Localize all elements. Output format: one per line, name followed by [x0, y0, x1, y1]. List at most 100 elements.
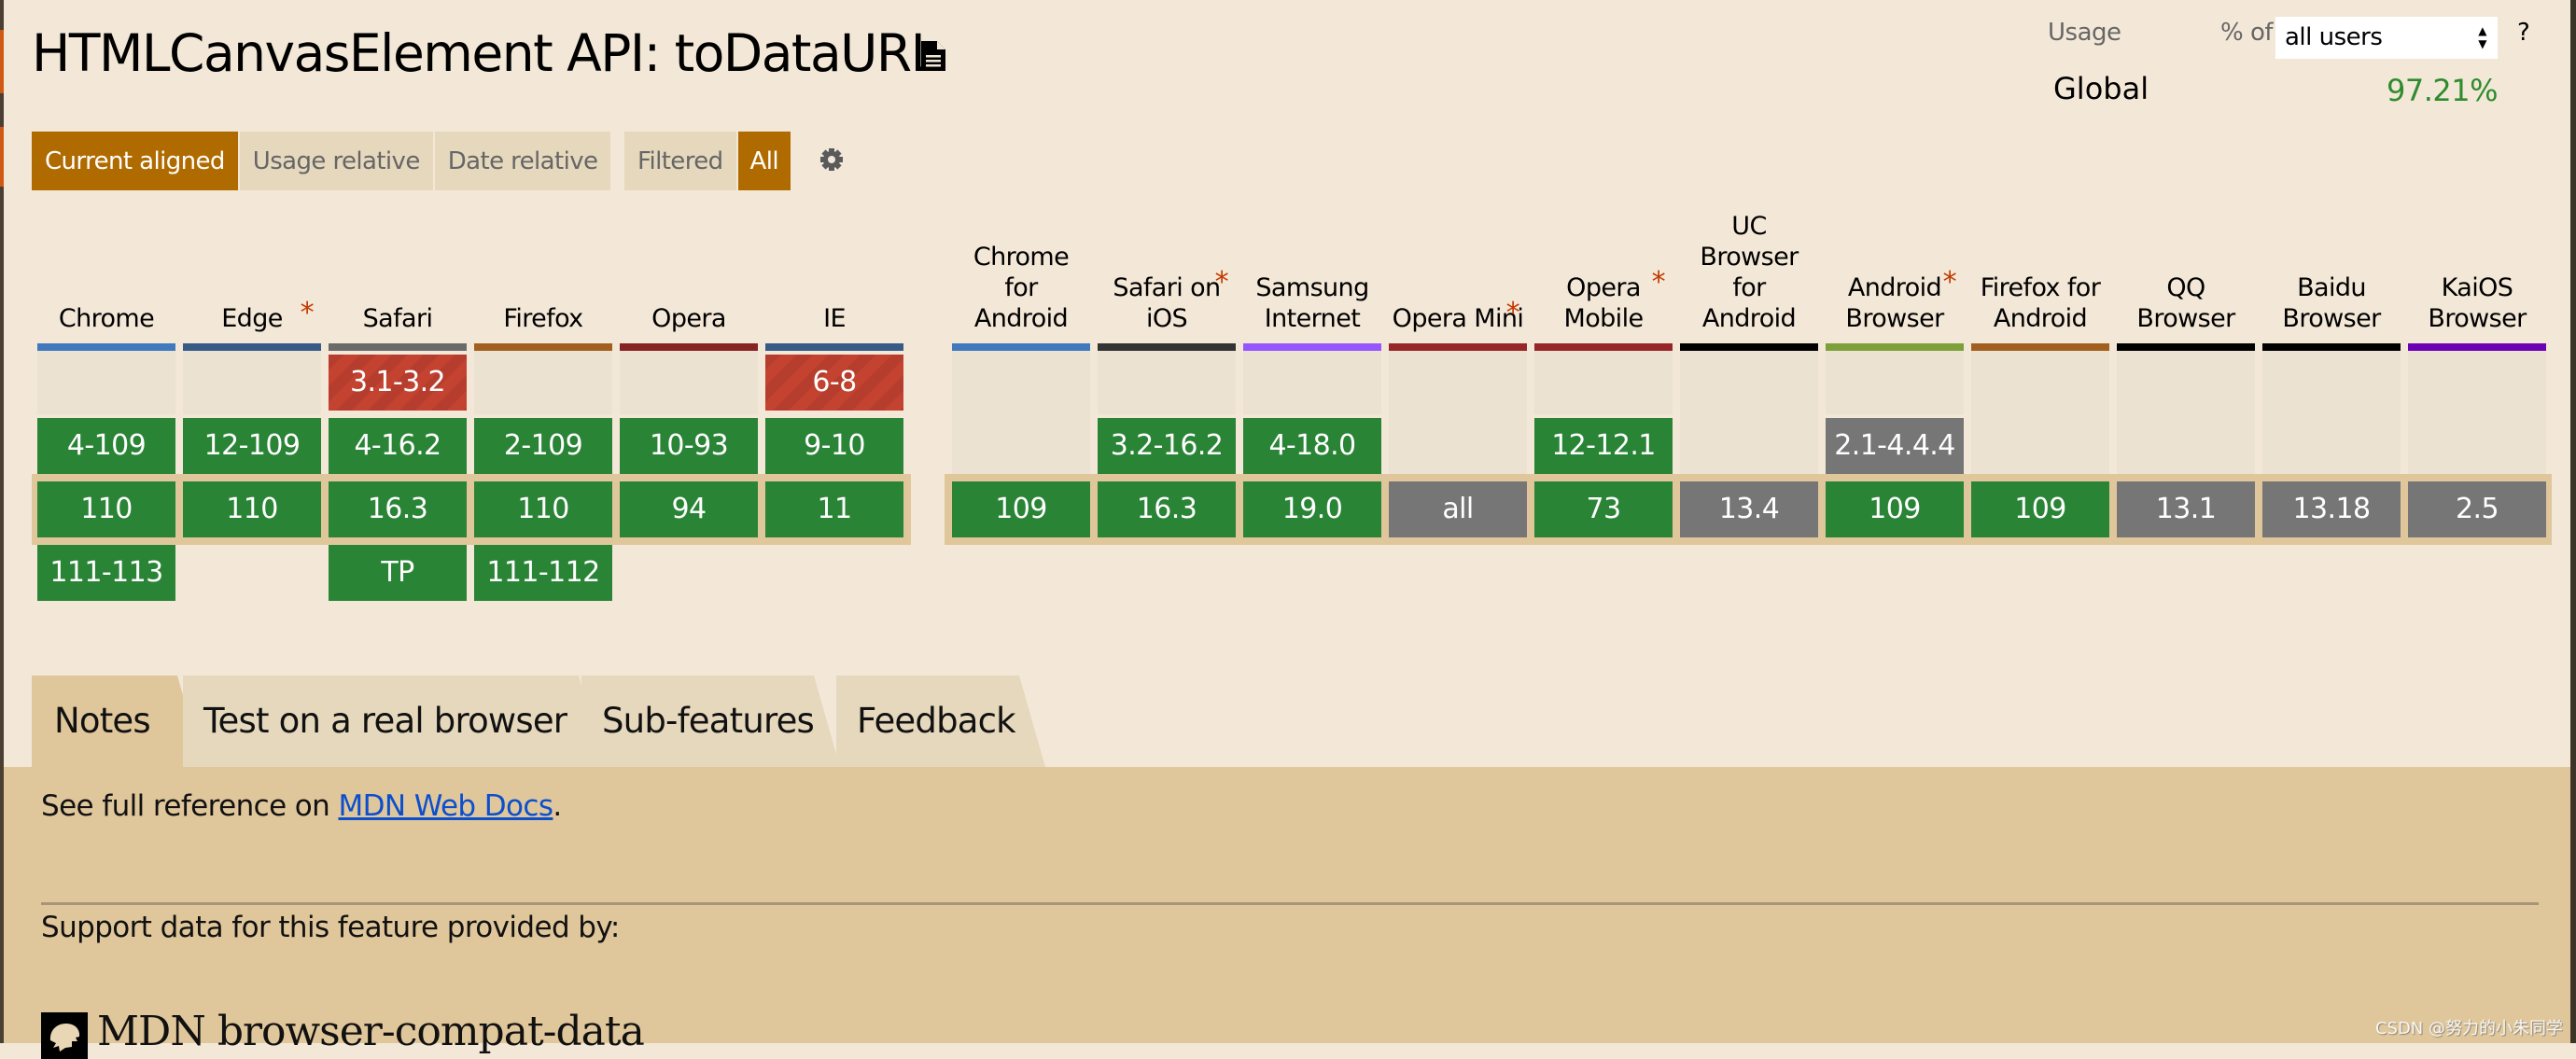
browser-color-bar [1971, 343, 2109, 351]
right-edge [2570, 0, 2576, 1043]
browser-name-line: UC [1731, 212, 1767, 241]
support-data-label: Support data for this feature provided b… [41, 911, 620, 944]
tab-label: Test on a real browser [203, 701, 567, 741]
version-cell[interactable]: 4-18.0 [1243, 418, 1381, 474]
version-cell[interactable]: 13.4 [1680, 481, 1818, 537]
browser-name-line: QQ [2166, 273, 2205, 302]
note-asterisk-icon[interactable]: * [301, 298, 315, 328]
version-cell[interactable]: 13.18 [2262, 481, 2401, 537]
note-asterisk-icon[interactable]: * [1506, 298, 1520, 328]
browser-name-line: Android [1993, 304, 2088, 333]
browser-color-bar [2408, 343, 2546, 351]
usage-scope-value: all users [2285, 23, 2383, 51]
browser-name-line: Opera [651, 304, 726, 333]
version-cell[interactable]: 109 [1826, 481, 1964, 537]
browser-name-line: Safari [362, 304, 433, 333]
version-cell[interactable]: 2.1-4.4.4 [1826, 418, 1964, 474]
browser-name-line: Chrome [973, 243, 1070, 272]
browser-name-line: Mobile [1563, 304, 1645, 333]
mdn-logo-icon[interactable] [41, 1012, 88, 1059]
browser-name-line: for [1732, 273, 1766, 302]
select-arrows-icon: ▲ ▼ [2478, 24, 2486, 50]
filtered-button[interactable]: Filtered [624, 132, 736, 190]
version-cell[interactable]: 9-10 [765, 418, 903, 474]
empty-cell [183, 351, 321, 414]
note-asterisk-icon[interactable]: * [1215, 267, 1229, 298]
tab-test-on-a-real-browser[interactable]: Test on a real browser [183, 676, 605, 767]
tab-sub-features[interactable]: Sub-features [581, 676, 840, 767]
mdn-web-docs-link[interactable]: MDN Web Docs [338, 789, 553, 823]
browser-name-line: IE [823, 304, 846, 333]
current-aligned-button[interactable]: Current aligned [32, 132, 238, 190]
browser-color-bar [2262, 343, 2401, 351]
date-relative-button[interactable]: Date relative [434, 132, 611, 190]
version-cell[interactable]: 94 [620, 481, 758, 537]
version-cell[interactable]: 73 [1534, 481, 1673, 537]
all-button[interactable]: All [737, 132, 791, 190]
watermark: CSDN @努力的小朱同学 [2374, 1019, 2563, 1038]
version-cell[interactable]: 3.1-3.2 [329, 355, 467, 411]
usage-scope-select[interactable]: all users ▲ ▼ [2275, 17, 2498, 59]
version-cell[interactable]: 4-16.2 [329, 418, 467, 474]
browser-name-line: Browser [2428, 304, 2527, 333]
help-button[interactable]: ? [2517, 19, 2530, 47]
version-cell[interactable]: all [1389, 481, 1527, 537]
version-cell[interactable]: 110 [37, 481, 175, 537]
browser-color-bar [183, 343, 321, 351]
empty-cell [474, 351, 612, 414]
empty-cell [1534, 351, 1673, 414]
browser-color-bar [474, 343, 612, 351]
version-cell[interactable]: 12-12.1 [1534, 418, 1673, 474]
empty-cell [620, 351, 758, 414]
version-cell[interactable]: 16.3 [329, 481, 467, 537]
version-cell[interactable]: 110 [474, 481, 612, 537]
browser-color-bar [1534, 343, 1673, 351]
browser-color-bar [1680, 343, 1818, 351]
percent-of-label: % of [2220, 19, 2274, 47]
empty-cell [1389, 351, 1527, 474]
empty-cell [1243, 351, 1381, 414]
browser-name-line: KaiOS [2441, 273, 2513, 302]
version-cell[interactable]: 111-113 [37, 545, 175, 601]
tab-label: Sub-features [602, 701, 815, 741]
version-cell[interactable]: 4-109 [37, 418, 175, 474]
version-cell[interactable]: 12-109 [183, 418, 321, 474]
tab-label: Notes [54, 701, 151, 741]
note-asterisk-icon[interactable]: * [1652, 267, 1666, 298]
browser-color-bar [1098, 343, 1236, 351]
version-cell[interactable]: 110 [183, 481, 321, 537]
global-usage-value: 97.21% [2386, 73, 2499, 108]
empty-cell [2408, 351, 2546, 474]
version-cell[interactable]: 19.0 [1243, 481, 1381, 537]
version-cell[interactable]: 111-112 [474, 545, 612, 601]
version-cell[interactable]: 13.1 [2117, 481, 2255, 537]
browser-name-line: Browser [2282, 304, 2381, 333]
note-asterisk-icon[interactable]: * [1943, 267, 1957, 298]
gear-icon[interactable] [819, 147, 844, 172]
mdn-bcd-link[interactable]: MDN browser-compat-data [97, 1008, 645, 1055]
version-cell[interactable]: 109 [952, 481, 1090, 537]
browser-color-bar [1826, 343, 1964, 351]
reference-line: See full reference on MDN Web Docs. [41, 789, 562, 823]
version-cell[interactable]: 2-109 [474, 418, 612, 474]
browser-name-line: Chrome [58, 304, 155, 333]
usage-label: Usage [2048, 19, 2121, 47]
empty-cell [1098, 351, 1236, 414]
tab-notes[interactable]: Notes [32, 676, 203, 767]
version-cell[interactable]: 6-8 [765, 355, 903, 411]
browser-color-bar [2117, 343, 2255, 351]
view-mode-toggle: Current aligned Usage relative Date rela… [32, 132, 611, 190]
usage-relative-button[interactable]: Usage relative [239, 132, 433, 190]
version-cell[interactable]: TP [329, 545, 467, 601]
version-cell[interactable]: 11 [765, 481, 903, 537]
browser-name-line: Browser [2136, 304, 2235, 333]
version-cell[interactable]: 2.5 [2408, 481, 2546, 537]
empty-cell [1971, 351, 2109, 474]
version-cell[interactable]: 10-93 [620, 418, 758, 474]
version-cell[interactable]: 16.3 [1098, 481, 1236, 537]
empty-cell [952, 351, 1090, 474]
version-cell[interactable]: 3.2-16.2 [1098, 418, 1236, 474]
tab-feedback[interactable]: Feedback [836, 676, 1045, 767]
document-icon[interactable] [921, 41, 945, 71]
version-cell[interactable]: 109 [1971, 481, 2109, 537]
